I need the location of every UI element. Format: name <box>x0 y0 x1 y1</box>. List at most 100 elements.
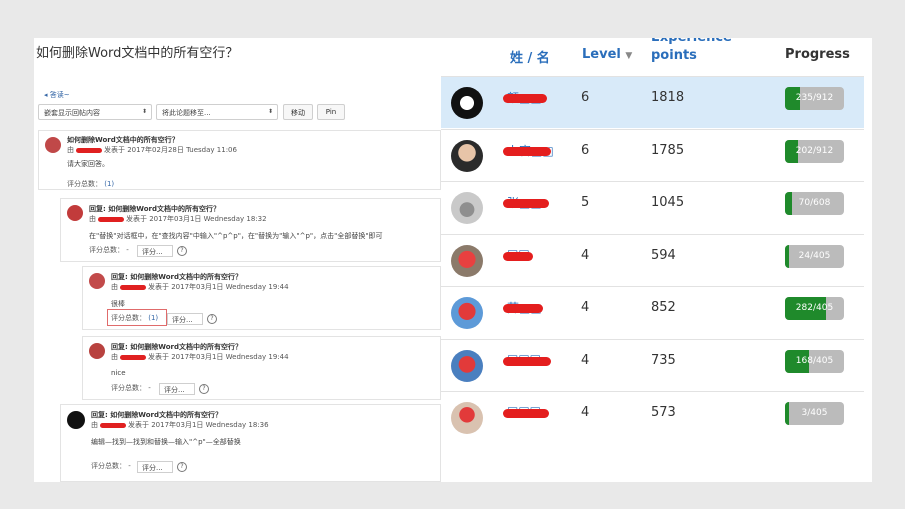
avatar <box>451 402 483 434</box>
back-link[interactable]: ◂ 答读~ <box>44 90 70 100</box>
redaction-scribble <box>503 251 533 261</box>
xp-value: 735 <box>651 352 676 368</box>
avatar <box>451 244 483 277</box>
post-message: 很棒 <box>111 300 125 308</box>
post-subject: 如何删除Word文档中的所有空行？ <box>67 136 179 144</box>
post-rating: 评分总数： (1) <box>111 314 159 322</box>
progress-text: 70/608 <box>798 198 831 208</box>
post-byline: 由发表于 2017年03月1日 Wednesday 19:44 <box>111 283 289 291</box>
move-button[interactable]: 移动 <box>283 104 313 120</box>
progress-bar: 3/405 <box>785 402 844 425</box>
column-header-xp[interactable]: Experiencepoints <box>651 38 732 65</box>
level-value: 6 <box>581 90 590 105</box>
rate-select[interactable]: 评分... <box>159 383 195 395</box>
avatar <box>451 349 483 382</box>
avatar <box>89 273 105 289</box>
column-header-level[interactable]: Level ▼ <box>582 47 632 62</box>
post-byline: 由发表于 2017年02月28日 Tuesday 11:06 <box>67 146 237 154</box>
xp-value: 852 <box>651 300 676 315</box>
post-rating: 评分总数： - <box>89 246 129 254</box>
pin-button[interactable]: Pin <box>317 104 345 120</box>
xp-value: 573 <box>651 405 676 420</box>
leaderboard-row: 张□□5104570/608 <box>441 181 864 233</box>
leaderboard-row: 上官□□61785202/912 <box>441 128 864 181</box>
help-icon[interactable]: ? <box>177 246 187 256</box>
post-byline: 由发表于 2017年03月1日 Wednesday 19:44 <box>111 353 289 361</box>
rating-count-link[interactable]: (1) <box>148 314 158 322</box>
progress-text: 282/405 <box>795 303 834 313</box>
progress-bar: 202/912 <box>785 139 844 163</box>
post-rating: 评分总数： (1) <box>67 180 115 188</box>
progress-bar: 282/405 <box>785 297 844 320</box>
discussion-title: 如何删除Word文档中的所有空行？ <box>36 46 239 61</box>
help-icon[interactable]: ? <box>177 462 187 472</box>
level-value: 4 <box>581 247 590 263</box>
leaderboard-row: □□□45733/405 <box>441 391 864 443</box>
redaction-scribble <box>503 304 543 313</box>
redaction-scribble <box>503 199 549 208</box>
leaderboard-row: 薛□□4852282/405 <box>441 286 864 338</box>
column-header-name[interactable]: 姓 / 名 <box>510 47 550 66</box>
screenshot-canvas: 如何删除Word文档中的所有空行？ ◂ 答读~ 嵌套显示回帖内容 ⬍ 将此论题移至… <box>34 38 872 482</box>
post-rating: 评分总数： - <box>91 462 131 470</box>
column-header-progress: Progress <box>785 47 850 62</box>
post-subject: 回复: 如何删除Word文档中的所有空行？ <box>89 205 220 213</box>
progress-text: 168/405 <box>795 355 834 366</box>
progress-bar: 235/912 <box>785 87 844 110</box>
redaction-scribble <box>503 94 547 103</box>
leaderboard-row: □□□4735168/405 <box>441 338 864 391</box>
level-value: 6 <box>581 142 590 158</box>
progress-text: 202/912 <box>795 145 834 156</box>
redaction-scribble <box>503 409 549 418</box>
avatar <box>451 297 483 329</box>
forum-post: 回复: 如何删除Word文档中的所有空行？ 由发表于 2017年03月1日 We… <box>82 266 441 330</box>
rating-count-link[interactable]: (1) <box>104 180 114 188</box>
progress-text: 235/912 <box>795 93 834 103</box>
post-subject: 回复: 如何删除Word文档中的所有空行？ <box>91 411 222 419</box>
post-subject: 回复: 如何删除Word文档中的所有空行？ <box>111 273 242 281</box>
avatar <box>451 139 483 172</box>
progress-text: 24/405 <box>798 250 831 261</box>
xp-value: 1818 <box>651 90 685 105</box>
leaderboard: 姓 / 名 Level ▼ Experiencepoints Progress … <box>441 38 872 482</box>
chevron-down-icon: ⬍ <box>141 108 147 115</box>
display-mode-select[interactable]: 嵌套显示回帖内容 ⬍ <box>38 104 152 120</box>
avatar <box>67 205 83 221</box>
forum-post: 回复: 如何删除Word文档中的所有空行？ 由发表于 2017年03月1日 We… <box>60 404 441 482</box>
forum-post: 回复: 如何删除Word文档中的所有空行？ 由发表于 2017年03月1日 We… <box>82 336 441 400</box>
chevron-down-icon: ⬍ <box>267 108 273 115</box>
post-subject: 回复: 如何删除Word文档中的所有空行？ <box>111 343 242 351</box>
leaderboard-row: □□459424/405 <box>441 233 864 286</box>
help-icon[interactable]: ? <box>199 384 209 394</box>
post-byline: 由发表于 2017年03月1日 Wednesday 18:32 <box>89 215 267 223</box>
level-value: 4 <box>581 405 590 420</box>
post-message: nice <box>111 369 126 377</box>
redaction-scribble <box>503 356 551 366</box>
progress-bar: 70/608 <box>785 192 844 215</box>
xp-value: 1045 <box>651 195 685 210</box>
post-byline: 由发表于 2017年03月1日 Wednesday 18:36 <box>91 421 269 429</box>
avatar <box>45 137 61 153</box>
rate-select[interactable]: 评分... <box>137 245 173 257</box>
post-message: 在"替换"对话框中，在"查找内容"中输入"^p^p"，在"替换为"输入"^p"，… <box>89 232 383 240</box>
post-rating: 评分总数： - <box>111 384 151 392</box>
level-value: 5 <box>581 195 590 210</box>
move-discussion-select[interactable]: 将此论题移至... ⬍ <box>156 104 278 120</box>
sort-desc-icon: ▼ <box>625 51 633 61</box>
level-value: 4 <box>581 352 590 368</box>
leaderboard-row: 颜□□61818235/912 <box>441 76 864 128</box>
progress-bar: 24/405 <box>785 244 844 268</box>
rate-select[interactable]: 评分... <box>167 313 203 325</box>
xp-value: 1785 <box>651 142 685 158</box>
avatar <box>451 87 483 119</box>
level-value: 4 <box>581 300 590 315</box>
forum-panel: 如何删除Word文档中的所有空行？ ◂ 答读~ 嵌套显示回帖内容 ⬍ 将此论题移至… <box>34 38 441 482</box>
forum-post: 如何删除Word文档中的所有空行？ 由发表于 2017年02月28日 Tuesd… <box>38 130 441 190</box>
progress-bar: 168/405 <box>785 349 844 373</box>
avatar <box>67 411 85 429</box>
redaction-scribble <box>503 146 551 156</box>
rate-select[interactable]: 评分... <box>137 461 173 473</box>
post-message: 编辑—找到—找到和替换—输入"^p"—全部替换 <box>91 438 241 446</box>
progress-text: 3/405 <box>801 408 828 418</box>
help-icon[interactable]: ? <box>207 314 217 324</box>
